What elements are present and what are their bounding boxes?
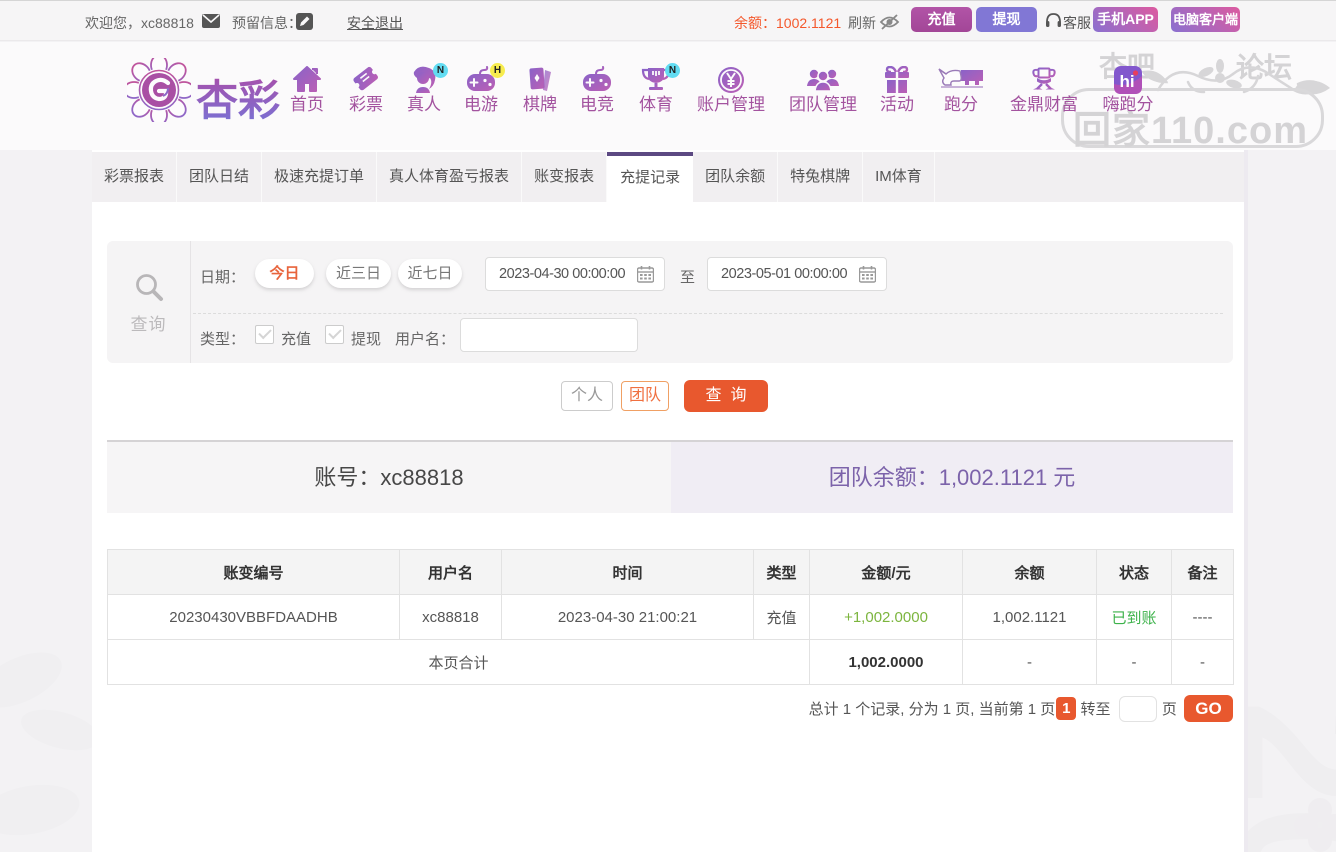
svg-text:hi: hi [1119, 72, 1134, 91]
